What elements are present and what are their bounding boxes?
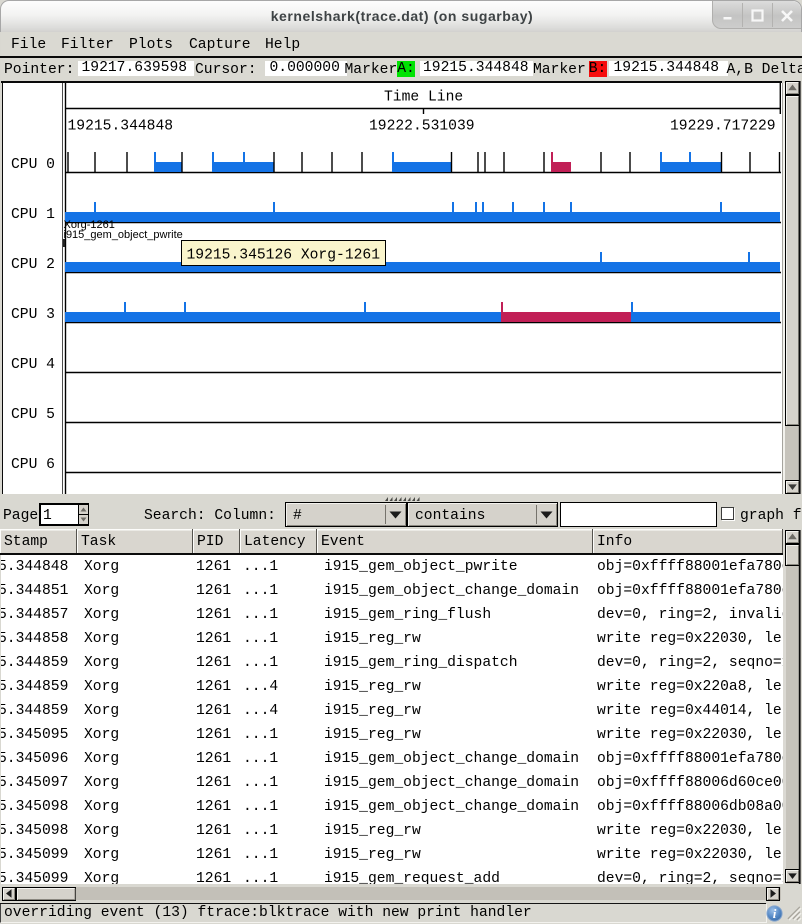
svg-text:19229.717229: 19229.717229 [670, 119, 776, 135]
svg-text:i915_gem_object_pwrite: i915_gem_object_pwrite [64, 229, 183, 241]
svg-text:CPU 1: CPU 1 [11, 207, 55, 223]
svg-text:CPU 4: CPU 4 [11, 357, 55, 373]
svg-text:19215.344848: 19215.344848 [68, 119, 174, 135]
svg-text:Time Line: Time Line [384, 90, 463, 106]
svg-text:CPU 0: CPU 0 [11, 157, 55, 173]
svg-text:i: i [773, 906, 777, 921]
svg-text:CPU 2: CPU 2 [11, 257, 55, 273]
svg-text:19215.345126 Xorg-1261: 19215.345126 Xorg-1261 [187, 248, 381, 264]
svg-text:CPU 5: CPU 5 [11, 407, 55, 423]
svg-text:CPU 6: CPU 6 [11, 457, 55, 473]
svg-text:CPU 3: CPU 3 [11, 307, 55, 323]
svg-text:19222.531039: 19222.531039 [369, 119, 475, 135]
